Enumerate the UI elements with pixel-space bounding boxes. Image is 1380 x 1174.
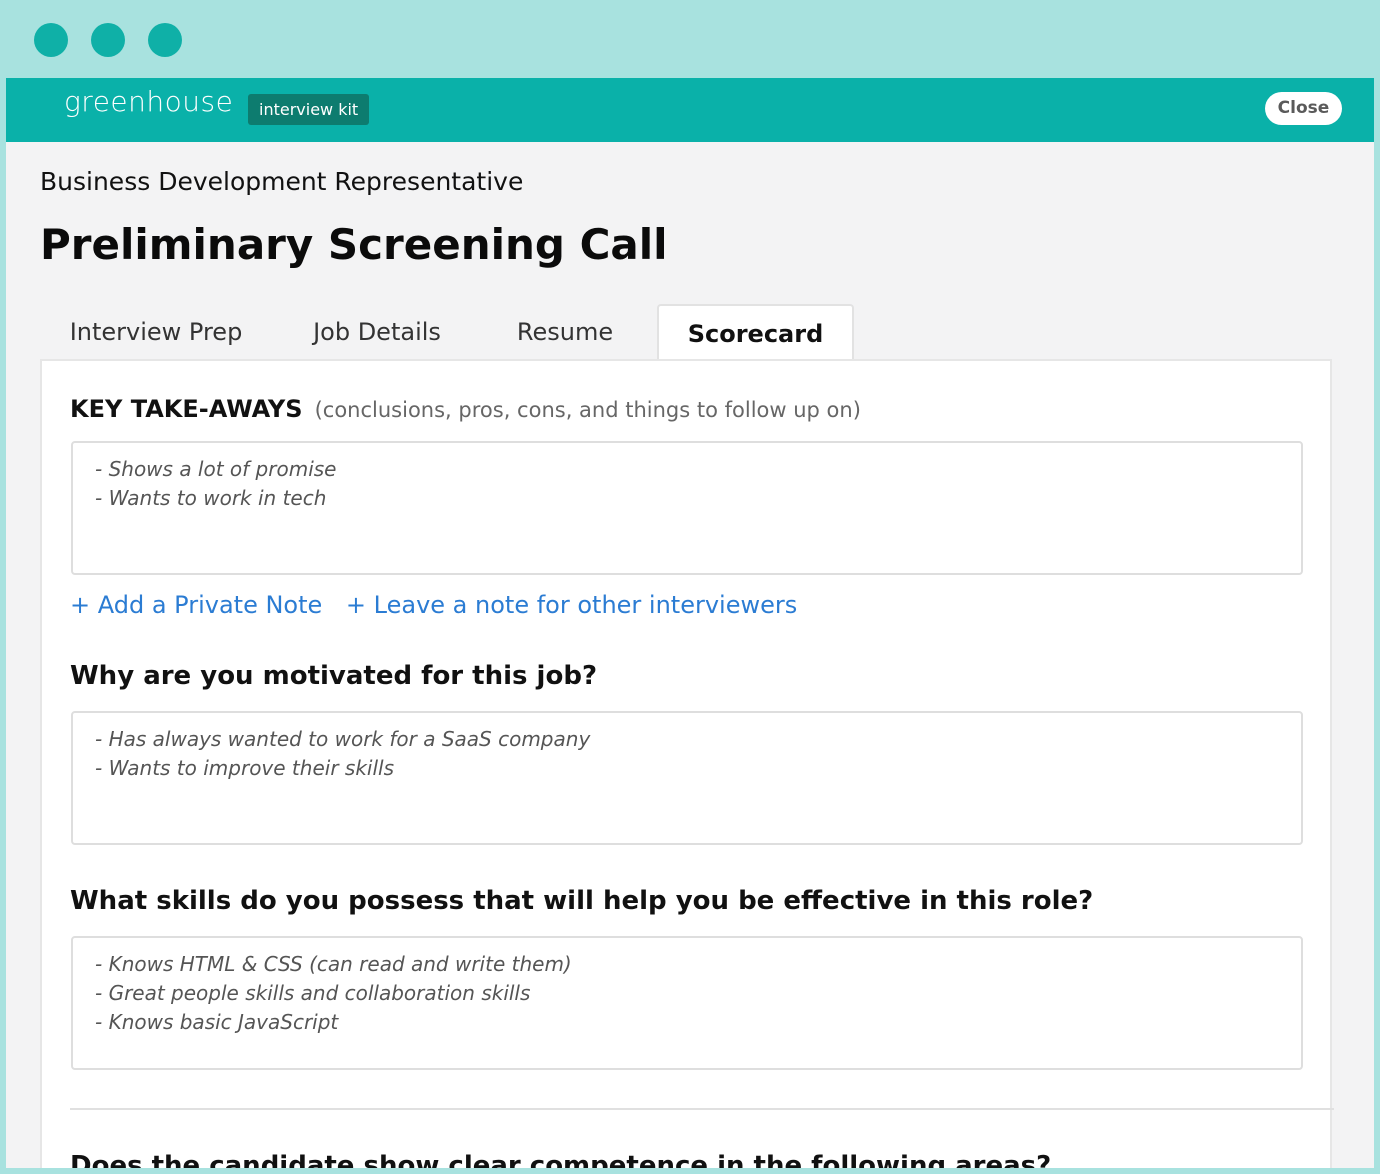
- note-line: - Shows a lot of promise: [95, 457, 337, 481]
- top-bar: greenhouse interview kit Close: [6, 78, 1374, 142]
- app-frame: greenhouse interview kit Close Business …: [6, 78, 1374, 1168]
- leave-note-link[interactable]: + Leave a note for other interviewers: [346, 591, 797, 619]
- note-line: - Knows HTML & CSS (can read and write t…: [95, 952, 572, 976]
- tab-resume[interactable]: Resume: [500, 304, 630, 361]
- scorecard-panel: KEY TAKE-AWAYS (conclusions, pros, cons, …: [40, 359, 1334, 1168]
- window-minimize-dot[interactable]: [91, 23, 125, 57]
- brand-text: greenhouse: [64, 85, 234, 118]
- close-button[interactable]: Close: [1265, 92, 1342, 125]
- key-takeaways-textarea[interactable]: - Shows a lot of promise - Wants to work…: [71, 441, 1303, 575]
- interview-kit-badge: interview kit: [248, 94, 370, 125]
- note-links: + Add a Private Note + Leave a note for …: [70, 591, 813, 619]
- tab-interview-prep[interactable]: Interview Prep: [40, 304, 272, 361]
- tab-bar: Interview Prep Job Details Resume Scorec…: [40, 304, 1332, 362]
- window-maximize-dot[interactable]: [148, 23, 182, 57]
- key-takeaways-heading: KEY TAKE-AWAYS (conclusions, pros, cons, …: [70, 395, 861, 423]
- section-divider: [70, 1108, 1334, 1110]
- note-line: - Wants to improve their skills: [95, 756, 394, 780]
- add-private-note-link[interactable]: + Add a Private Note: [70, 591, 322, 619]
- question-motivation: Why are you motivated for this job?: [70, 661, 598, 691]
- tab-scorecard[interactable]: Scorecard: [657, 304, 854, 362]
- window-controls: [34, 23, 182, 57]
- competence-heading: Does the candidate show clear competence…: [70, 1151, 1052, 1168]
- app-window: greenhouse interview kit Close Business …: [0, 0, 1380, 1174]
- window-close-dot[interactable]: [34, 23, 68, 57]
- note-line: - Knows basic JavaScript: [95, 1010, 339, 1034]
- job-title: Business Development Representative: [40, 167, 524, 196]
- note-line: - Wants to work in tech: [95, 486, 327, 510]
- note-line: - Great people skills and collaboration …: [95, 981, 531, 1005]
- page-title: Preliminary Screening Call: [40, 220, 668, 269]
- note-line: - Has always wanted to work for a SaaS c…: [95, 727, 591, 751]
- skills-textarea[interactable]: - Knows HTML & CSS (can read and write t…: [71, 936, 1303, 1070]
- greenhouse-logo: greenhouse: [64, 85, 233, 118]
- motivation-textarea[interactable]: - Has always wanted to work for a SaaS c…: [71, 711, 1303, 845]
- tab-job-details[interactable]: Job Details: [302, 304, 452, 361]
- question-skills: What skills do you possess that will hel…: [70, 886, 1094, 916]
- key-takeaways-hint: (conclusions, pros, cons, and things to …: [314, 398, 861, 422]
- key-takeaways-label: KEY TAKE-AWAYS: [70, 395, 303, 423]
